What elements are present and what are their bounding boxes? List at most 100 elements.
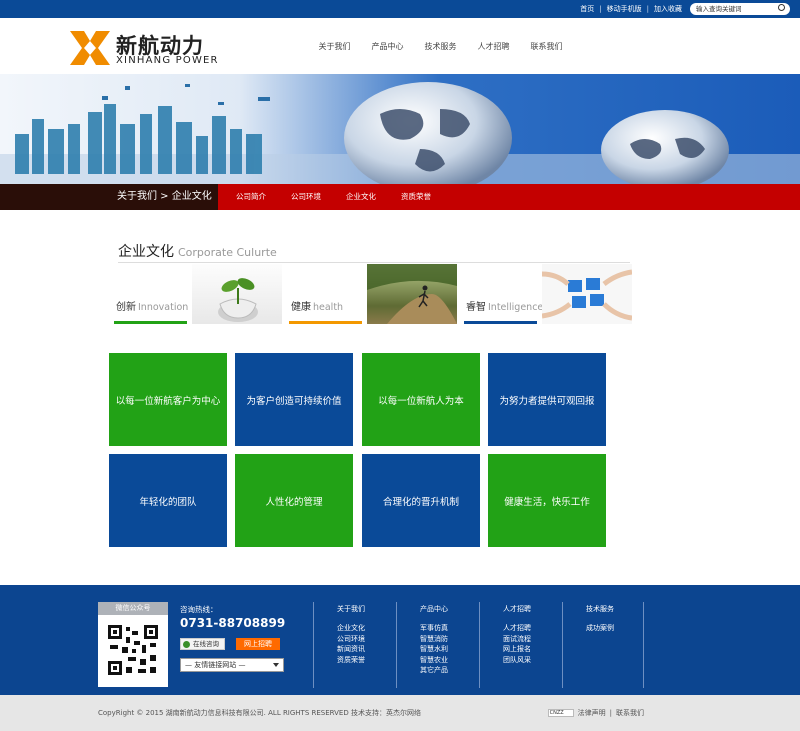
divider xyxy=(313,602,314,688)
footer-link[interactable]: 企业文化 xyxy=(337,623,365,634)
culture-tile: 健康生活，快乐工作 xyxy=(488,454,606,547)
culture-tile: 人性化的管理 xyxy=(235,454,353,547)
footer-col-title[interactable]: 关于我们 xyxy=(337,604,365,614)
main-nav: 关于我们 产品中心 技术服务 人才招聘 联系我们 xyxy=(308,41,573,52)
footer-col-title[interactable]: 人才招聘 xyxy=(503,604,531,614)
footer-link[interactable]: 资质荣誉 xyxy=(337,655,365,666)
home-link[interactable]: 首页 xyxy=(580,4,594,14)
copyright-links: CNZZ 法律声明 | 联系我们 xyxy=(547,708,644,718)
hotline-number: 0731-88708899 xyxy=(180,616,286,630)
legal-link[interactable]: 法律声明 xyxy=(578,708,606,718)
search-input[interactable]: 输入查询关键词 xyxy=(690,3,790,15)
nav-services[interactable]: 技术服务 xyxy=(414,41,467,52)
wechat-label: 微信公众号 xyxy=(98,602,168,615)
footer-link[interactable]: 公司环境 xyxy=(337,634,365,645)
bookmark-link[interactable]: 加入收藏 xyxy=(654,4,682,14)
online-recruit-button[interactable]: 网上招聘 xyxy=(236,638,280,650)
divider xyxy=(479,602,480,688)
culture-tile: 为客户创造可持续价值 xyxy=(235,353,353,446)
value-label: 健康 health xyxy=(291,298,343,313)
cnzz-badge[interactable]: CNZZ xyxy=(547,709,574,717)
culture-tile: 为努力者提供可观回报 xyxy=(488,353,606,446)
brand-name-en: XINHANG POWER xyxy=(116,55,219,66)
footer-col-about: 关于我们 企业文化 公司环境 新闻资讯 资质荣誉 xyxy=(337,604,365,665)
sub-nav: 公司简介 公司环境 企业文化 资质荣誉 xyxy=(236,184,456,210)
section-title: 企业文化 Corporate Culurte xyxy=(118,241,277,261)
chat-icon xyxy=(183,641,190,648)
culture-tile: 以每一位新航人为本 xyxy=(362,353,480,446)
nav-contact[interactable]: 联系我们 xyxy=(520,41,573,52)
culture-tile: 年轻化的团队 xyxy=(109,454,227,547)
section-title-cn: 企业文化 xyxy=(118,244,174,260)
value-cn: 创新 xyxy=(116,302,136,313)
top-links: 首页 | 移动手机版 | 加入收藏 xyxy=(580,0,682,18)
footer: 微信公众号 咨询热线： 0731-88708899 在线咨询 网上招聘 — 友情… xyxy=(0,585,800,695)
footer-link[interactable]: 其它产品 xyxy=(420,665,448,676)
sub-nav-bar: 关于我们 > 企业文化 公司简介 公司环境 企业文化 资质荣誉 xyxy=(0,184,800,210)
consult-label: 在线咨询 xyxy=(193,640,219,648)
select-value: — 友情链接网站 — xyxy=(185,661,246,669)
footer-link[interactable]: 面试流程 xyxy=(503,634,531,645)
friend-links-select[interactable]: — 友情链接网站 — xyxy=(180,658,284,672)
value-bar xyxy=(114,321,187,324)
value-label: 创新 Innovation xyxy=(116,298,188,313)
footer-link[interactable]: 新闻资讯 xyxy=(337,644,365,655)
top-bar: 首页 | 移动手机版 | 加入收藏 输入查询关键词 xyxy=(0,0,800,18)
qr-code-icon xyxy=(108,625,158,675)
copyright-text: CopyRight © 2015 湖南新航动力信息科技有限公司. ALL RIG… xyxy=(98,709,421,717)
runner-image xyxy=(367,264,457,324)
divider xyxy=(118,262,630,263)
footer-col-careers: 人才招聘 人才招聘 面试流程 网上报名 团队风采 xyxy=(503,604,531,665)
footer-link[interactable]: 军事仿真 xyxy=(420,623,448,634)
contact-link[interactable]: 联系我们 xyxy=(616,708,644,718)
value-bar xyxy=(289,321,362,324)
footer-link[interactable]: 智慧农业 xyxy=(420,655,448,666)
separator: | xyxy=(609,709,612,717)
header: 新航动力 XINHANG POWER 关于我们 产品中心 技术服务 人才招聘 联… xyxy=(0,18,800,74)
separator: | xyxy=(646,5,649,13)
value-card-health: 健康 health xyxy=(289,264,457,325)
footer-link[interactable]: 人才招聘 xyxy=(503,623,531,634)
nav-careers[interactable]: 人才招聘 xyxy=(467,41,520,52)
culture-tile: 合理化的晋升机制 xyxy=(362,454,480,547)
nav-products[interactable]: 产品中心 xyxy=(361,41,414,52)
online-consult-button[interactable]: 在线咨询 xyxy=(180,638,225,650)
footer-link[interactable]: 网上报名 xyxy=(503,644,531,655)
divider xyxy=(643,602,644,688)
subnav-culture[interactable]: 企业文化 xyxy=(346,184,376,210)
puzzle-image xyxy=(542,264,632,324)
section-title-en: Corporate Culurte xyxy=(178,246,277,259)
value-card-intelligence: 睿智 Intelligence xyxy=(464,264,632,325)
value-cn: 健康 xyxy=(291,302,311,313)
footer-link[interactable]: 成功案例 xyxy=(586,623,614,634)
footer-col-products: 产品中心 军事仿真 智慧消防 智慧水利 智慧农业 其它产品 xyxy=(420,604,448,676)
value-en: Intelligence xyxy=(488,302,544,313)
hero-banner xyxy=(0,74,800,184)
footer-col-title[interactable]: 产品中心 xyxy=(420,604,448,614)
value-label: 睿智 Intelligence xyxy=(466,298,543,313)
seedling-image xyxy=(192,264,282,324)
footer-link[interactable]: 智慧水利 xyxy=(420,644,448,655)
subnav-environment[interactable]: 公司环境 xyxy=(291,184,321,210)
copyright-bar: CopyRight © 2015 湖南新航动力信息科技有限公司. ALL RIG… xyxy=(0,695,800,731)
footer-col-title[interactable]: 技术服务 xyxy=(586,604,614,614)
footer-link[interactable]: 团队风采 xyxy=(503,655,531,666)
value-en: Innovation xyxy=(138,302,189,313)
search-placeholder: 输入查询关键词 xyxy=(696,5,742,13)
logo-icon[interactable] xyxy=(70,31,110,65)
footer-link[interactable]: 智慧消防 xyxy=(420,634,448,645)
value-bar xyxy=(464,321,537,324)
wechat-qr: 微信公众号 xyxy=(98,602,168,687)
subnav-honors[interactable]: 资质荣誉 xyxy=(401,184,431,210)
subnav-profile[interactable]: 公司简介 xyxy=(236,184,266,210)
separator: | xyxy=(599,5,602,13)
footer-col-services: 技术服务 成功案例 xyxy=(586,604,614,634)
banner-illustration xyxy=(0,82,800,184)
search-icon[interactable] xyxy=(778,4,785,11)
chevron-down-icon xyxy=(273,663,279,670)
nav-about[interactable]: 关于我们 xyxy=(308,41,361,52)
culture-tile: 以每一位新航客户为中心 xyxy=(109,353,227,446)
value-en: health xyxy=(313,302,344,313)
mobile-link[interactable]: 移动手机版 xyxy=(607,4,642,14)
divider xyxy=(562,602,563,688)
